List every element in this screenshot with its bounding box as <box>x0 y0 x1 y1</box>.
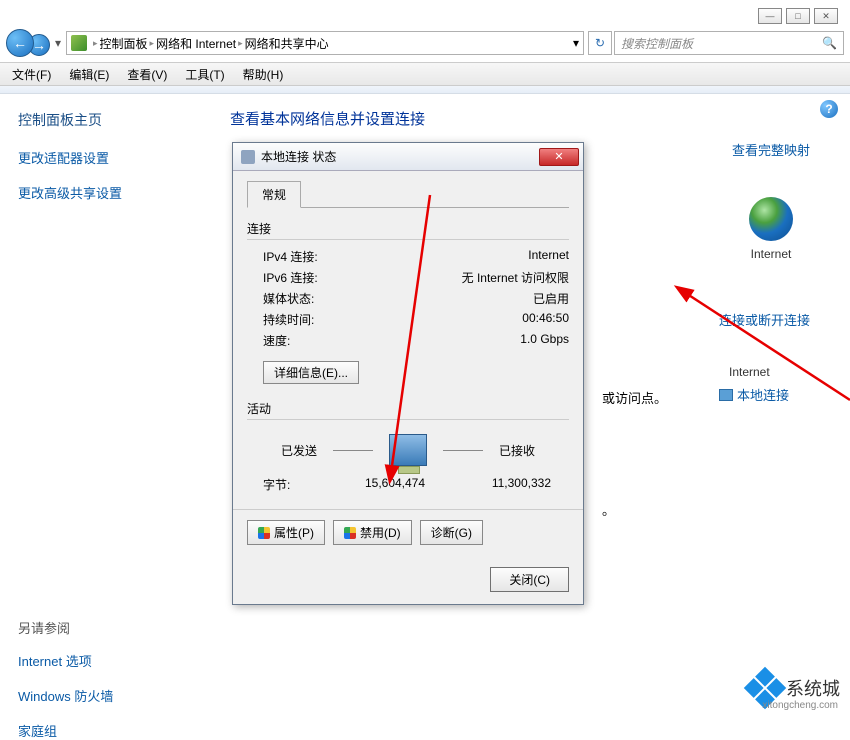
speed-value: 1.0 Gbps <box>520 332 569 349</box>
menu-bar: 文件(F) 编辑(E) 查看(V) 工具(T) 帮助(H) <box>0 62 850 86</box>
sidebar-link-adapter[interactable]: 更改适配器设置 <box>18 148 192 167</box>
sent-label: 已发送 <box>281 442 317 459</box>
shield-icon <box>344 527 356 539</box>
crumb-item[interactable]: 网络和 Internet <box>156 35 236 52</box>
ipv4-value: Internet <box>528 248 569 265</box>
see-also-title: 另请参阅 <box>18 618 192 637</box>
watermark-text: 系统城 <box>786 675 840 701</box>
ipv4-label: IPv4 连接: <box>263 248 383 265</box>
toolbar-strip <box>0 86 850 94</box>
bytes-sent-value: 15,604,474 <box>343 476 447 493</box>
search-input[interactable]: 搜索控制面板 🔍 <box>614 31 844 55</box>
internet-label: Internet <box>732 247 810 261</box>
nav-history-dropdown[interactable]: ▾ <box>52 29 64 57</box>
dash-line <box>443 450 483 451</box>
maximize-button[interactable]: □ <box>786 8 810 24</box>
activity-section-title: 活动 <box>247 400 569 420</box>
search-icon: 🔍 <box>822 36 837 50</box>
menu-help[interactable]: 帮助(H) <box>243 66 284 83</box>
sidebar-link-firewall[interactable]: Windows 防火墙 <box>18 686 192 705</box>
media-value: 已启用 <box>533 290 569 307</box>
disable-button[interactable]: 禁用(D) <box>333 520 412 545</box>
ipv6-label: IPv6 连接: <box>263 269 383 286</box>
dash-line <box>333 450 373 451</box>
help-icon[interactable]: ? <box>820 100 838 118</box>
chevron-right-icon: ▸ <box>148 38 157 49</box>
tab-general[interactable]: 常规 <box>247 181 301 208</box>
duration-value: 00:46:50 <box>522 311 569 328</box>
back-button[interactable]: ← <box>6 29 34 57</box>
crumb-item[interactable]: 网络和共享中心 <box>245 35 329 52</box>
page-heading: 查看基本网络信息并设置连接 <box>230 108 830 129</box>
ipv6-value: 无 Internet 访问权限 <box>462 269 569 286</box>
bytes-recv-value: 11,300,332 <box>447 476 561 493</box>
monitor-icon <box>719 389 733 401</box>
connection-status-dialog: 本地连接 状态 ✕ 常规 连接 IPv4 连接: Internet IPv6 连接… <box>232 142 584 605</box>
control-panel-icon <box>71 35 87 51</box>
menu-tools[interactable]: 工具(T) <box>185 66 224 83</box>
dialog-divider <box>233 509 583 510</box>
menu-view[interactable]: 查看(V) <box>127 66 167 83</box>
details-button[interactable]: 详细信息(E)... <box>263 361 359 384</box>
access-type-label: Internet <box>719 365 810 379</box>
bytes-label: 字节: <box>263 476 343 493</box>
dialog-titlebar[interactable]: 本地连接 状态 ✕ <box>233 143 583 171</box>
local-connection-link[interactable]: 本地连接 <box>737 385 789 404</box>
speed-label: 速度: <box>263 332 383 349</box>
sidebar-link-homegroup[interactable]: 家庭组 <box>18 721 192 740</box>
recv-label: 已接收 <box>499 442 535 459</box>
sidebar-title: 控制面板主页 <box>18 110 192 130</box>
navigation-bar: ← → ▾ ▸ 控制面板 ▸ 网络和 Internet ▸ 网络和共享中心 ▾ … <box>6 28 844 58</box>
close-button[interactable]: 关闭(C) <box>490 567 569 592</box>
view-full-map-link[interactable]: 查看完整映射 <box>732 143 810 158</box>
internet-globe-icon <box>749 197 793 241</box>
watermark-url: xitongcheng.com <box>762 700 838 711</box>
duration-label: 持续时间: <box>263 311 383 328</box>
dialog-close-button[interactable]: ✕ <box>539 148 579 166</box>
crumb-item[interactable]: 控制面板 <box>100 35 148 52</box>
dialog-title-text: 本地连接 状态 <box>261 148 336 165</box>
refresh-button[interactable]: ↻ <box>588 31 612 55</box>
watermark: 系统城 <box>750 673 840 703</box>
access-point-text: 或访问点。 <box>602 388 667 407</box>
activity-computers-icon <box>389 434 427 466</box>
sidebar: 控制面板主页 更改适配器设置 更改高级共享设置 另请参阅 Internet 选项… <box>0 94 210 713</box>
connect-disconnect-link[interactable]: 连接或断开连接 <box>719 313 810 328</box>
tab-strip: 常规 <box>247 181 569 208</box>
search-placeholder: 搜索控制面板 <box>621 35 693 52</box>
window-close-button[interactable]: ✕ <box>814 8 838 24</box>
breadcrumb-dropdown[interactable]: ▾ <box>573 36 579 50</box>
connection-icon <box>241 150 255 164</box>
chevron-right-icon: ▸ <box>91 38 100 49</box>
menu-edit[interactable]: 编辑(E) <box>69 66 109 83</box>
trailing-text: 。 <box>602 500 615 519</box>
menu-file[interactable]: 文件(F) <box>12 66 51 83</box>
sidebar-link-sharing[interactable]: 更改高级共享设置 <box>18 183 192 202</box>
media-label: 媒体状态: <box>263 290 383 307</box>
chevron-right-icon: ▸ <box>236 38 245 49</box>
properties-button[interactable]: 属性(P) <box>247 520 325 545</box>
breadcrumb[interactable]: ▸ 控制面板 ▸ 网络和 Internet ▸ 网络和共享中心 ▾ <box>66 31 584 55</box>
connection-section-title: 连接 <box>247 220 569 240</box>
diagnose-button[interactable]: 诊断(G) <box>420 520 483 545</box>
shield-icon <box>258 527 270 539</box>
minimize-button[interactable]: — <box>758 8 782 24</box>
sidebar-link-internet-options[interactable]: Internet 选项 <box>18 651 192 670</box>
